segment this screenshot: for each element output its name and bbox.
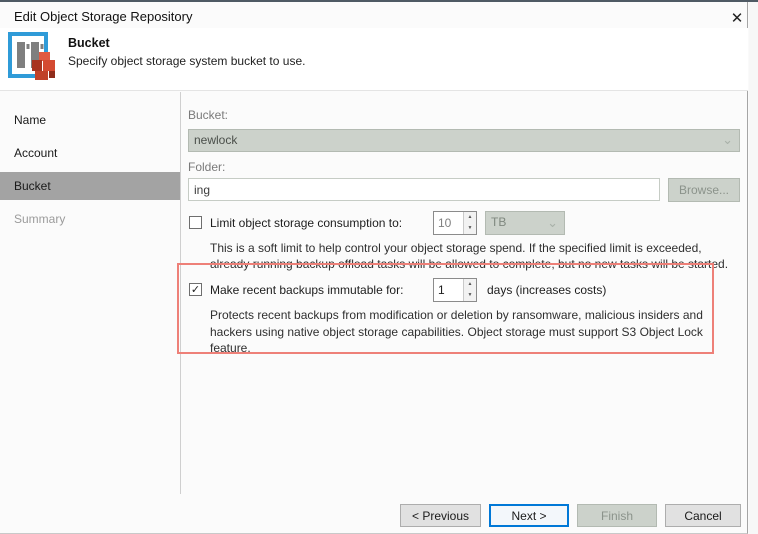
bucket-dropdown[interactable]: newlock ⌄: [188, 129, 740, 152]
step-subtitle: Specify object storage system bucket to …: [68, 54, 305, 68]
sidebar-item-name[interactable]: Name: [0, 106, 180, 134]
immutable-help-line1: Protects recent backups from modificatio…: [210, 307, 703, 324]
finish-button[interactable]: Finish: [577, 504, 657, 527]
cancel-button[interactable]: Cancel: [665, 504, 741, 527]
spinner-up-icon[interactable]: ▲: [464, 279, 476, 290]
immutable-help-text: Protects recent backups from modificatio…: [210, 307, 703, 357]
sidebar-item-account[interactable]: Account: [0, 139, 180, 167]
immutable-spinner-arrows: ▲ ▼: [463, 279, 476, 301]
immutable-help-line3: feature.: [210, 340, 703, 357]
bucket-dropdown-value: newlock: [194, 133, 237, 147]
wizard-banner: Bucket Specify object storage system buc…: [0, 28, 748, 90]
limit-help-line1: This is a soft limit to help control you…: [210, 240, 728, 256]
object-storage-repository-icon: [8, 32, 62, 84]
window-title: Edit Object Storage Repository: [14, 9, 192, 24]
spinner-down-icon[interactable]: ▼: [464, 290, 476, 301]
previous-button[interactable]: < Previous: [400, 504, 481, 527]
limit-spinner-arrows: ▲ ▼: [463, 212, 476, 234]
immutable-checkbox[interactable]: ✓: [189, 283, 202, 296]
immutable-suffix-label: days (increases costs): [487, 283, 606, 297]
sidebar-item-bucket[interactable]: Bucket: [0, 172, 180, 200]
chevron-down-icon: ⌄: [722, 130, 733, 149]
folder-input[interactable]: [188, 178, 660, 201]
spinner-down-icon[interactable]: ▼: [464, 223, 476, 234]
immutable-label: Make recent backups immutable for:: [210, 283, 403, 297]
bucket-label: Bucket:: [188, 108, 228, 122]
next-button[interactable]: Next >: [489, 504, 569, 527]
folder-label: Folder:: [188, 160, 225, 174]
browse-button[interactable]: Browse...: [668, 178, 740, 202]
limit-consumption-checkbox[interactable]: [189, 216, 202, 229]
banner-separator: [0, 90, 748, 91]
limit-consumption-label: Limit object storage consumption to:: [210, 216, 402, 230]
immutable-days-value: 1: [438, 283, 445, 297]
sidebar-item-summary[interactable]: Summary: [0, 205, 180, 233]
immutable-help-line2: hackers using native object storage capa…: [210, 324, 703, 341]
immutable-days-spinner[interactable]: 1 ▲ ▼: [433, 278, 477, 302]
dialog-edit-object-storage-repository: Edit Object Storage Repository ✕ Bucket …: [0, 2, 748, 534]
chevron-down-icon: ⌄: [547, 212, 558, 233]
desktop-background: [749, 2, 758, 534]
limit-unit-value: TB: [491, 215, 506, 229]
limit-value: 10: [438, 216, 451, 230]
spinner-up-icon[interactable]: ▲: [464, 212, 476, 223]
step-title: Bucket: [68, 36, 110, 50]
limit-value-spinner[interactable]: 10 ▲ ▼: [433, 211, 477, 235]
limit-unit-dropdown[interactable]: TB ⌄: [485, 211, 565, 235]
